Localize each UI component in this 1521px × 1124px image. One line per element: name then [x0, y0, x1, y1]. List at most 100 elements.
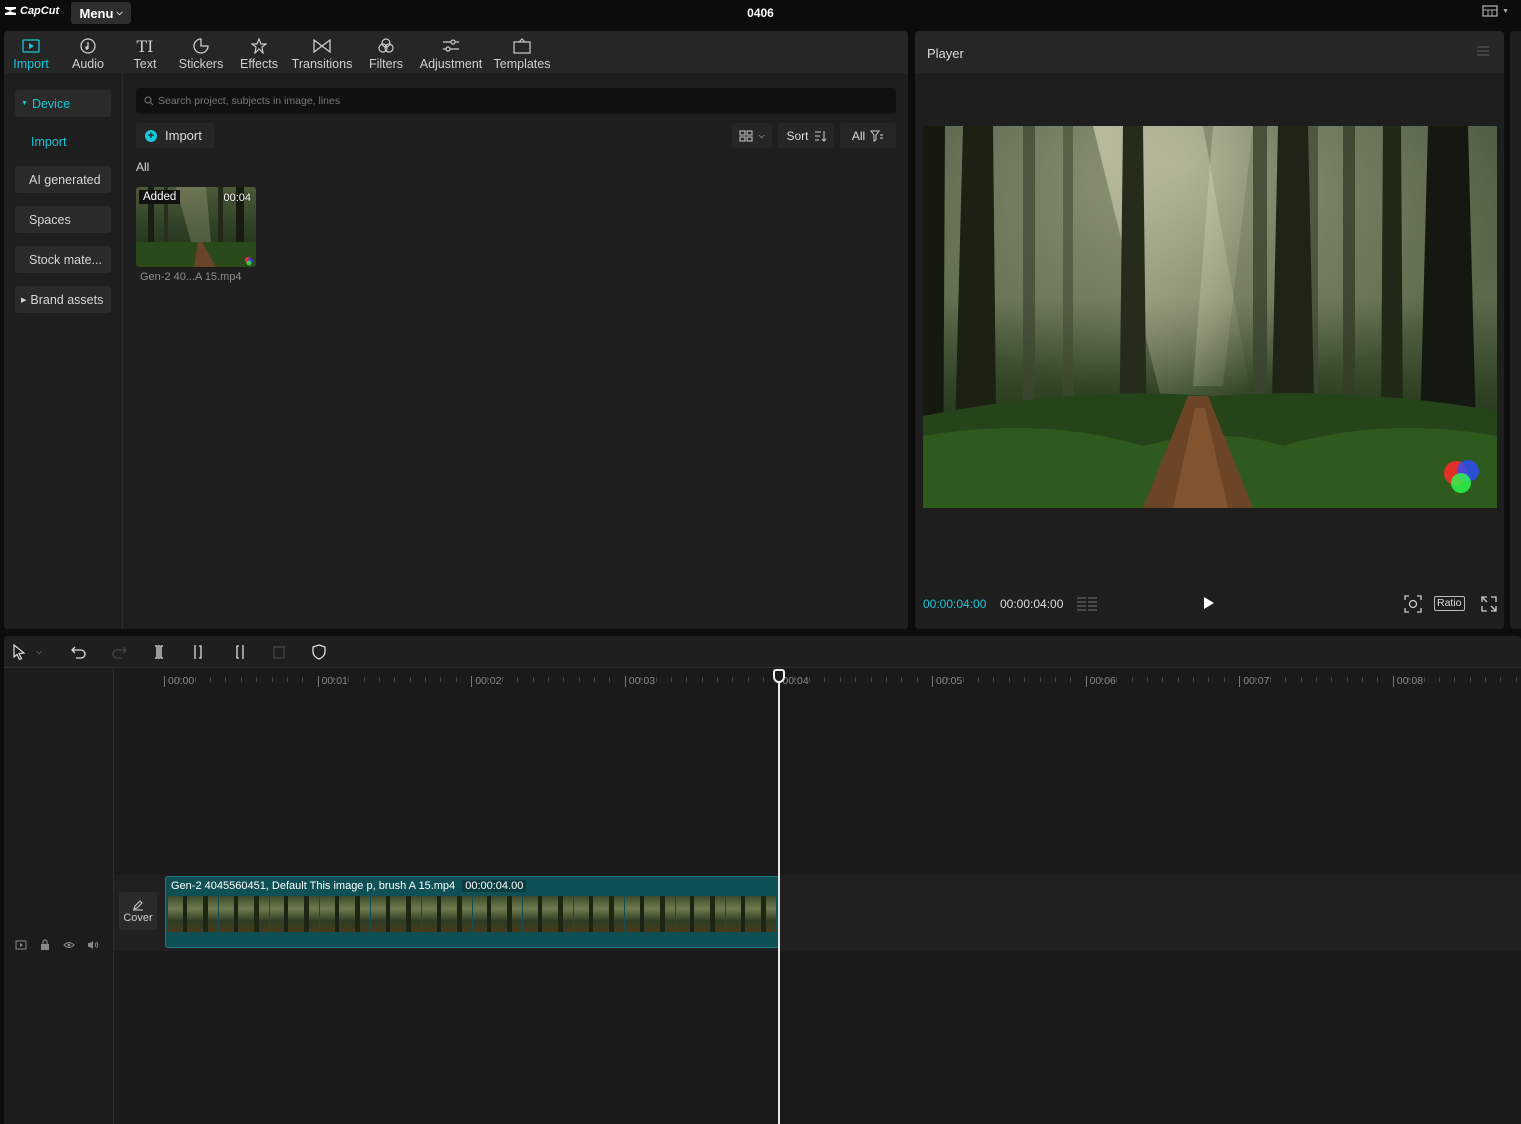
ruler-minor-tick — [1254, 677, 1256, 682]
chevron-down-icon: ⌵ — [116, 8, 123, 17]
ruler-minor-tick — [1377, 677, 1379, 682]
import-button[interactable]: + Import — [136, 123, 215, 148]
layout-button[interactable]: ▼ — [1482, 5, 1509, 17]
tab-import[interactable]: Import — [10, 31, 52, 73]
added-badge: Added — [139, 190, 181, 204]
sort-button[interactable]: Sort — [778, 123, 834, 148]
delete-icon[interactable] — [270, 643, 288, 661]
ratio-button[interactable]: Ratio — [1434, 596, 1465, 611]
side-nav: ▼ Device Import AI generated Spaces Stoc… — [4, 73, 123, 629]
marker-shield-icon[interactable] — [310, 643, 328, 661]
current-timecode: 00:00:04:00 — [923, 597, 987, 611]
ruler-minor-tick — [210, 677, 212, 682]
ruler-minor-tick — [517, 677, 519, 682]
filters-icon — [376, 36, 396, 56]
ruler-minor-tick — [394, 677, 396, 682]
forest-preview-image — [923, 126, 1497, 508]
tab-audio[interactable]: Audio — [68, 31, 108, 73]
chevron-down-icon[interactable]: ⌵ — [34, 643, 44, 661]
timeline-ruler[interactable]: 00:00 00:01 00:02 00:03 00:04 00:05 00:06 00:07… — [114, 668, 1521, 690]
tab-text[interactable]: TI Text — [128, 31, 162, 73]
ruler-minor-tick — [1515, 677, 1517, 682]
media-duration: 00:04 — [223, 192, 251, 204]
nav-import[interactable]: Import — [15, 128, 111, 155]
nav-spaces[interactable]: Spaces — [15, 206, 111, 233]
ruler-minor-tick — [486, 677, 488, 682]
timecode-grid-icon[interactable] — [1076, 596, 1098, 615]
title-bar: CapCut Menu ⌵ 0406 ▼ — [0, 0, 1521, 28]
cover-button[interactable]: Cover — [119, 892, 157, 930]
filmstrip-frame — [269, 896, 320, 932]
search-input[interactable]: Search project, subjects in image, lines — [136, 88, 896, 114]
play-button[interactable] — [1202, 596, 1216, 613]
select-tool-icon[interactable] — [10, 643, 28, 661]
ruler-minor-tick — [194, 677, 196, 682]
sort-icon — [814, 130, 826, 142]
nav-brand-assets[interactable]: ▶ Brand assets — [15, 286, 111, 313]
tab-effects[interactable]: Effects — [238, 31, 280, 73]
playhead[interactable] — [778, 672, 780, 1124]
nav-ai-generated[interactable]: AI generated — [15, 166, 111, 193]
nav-stock-material[interactable]: Stock mate... — [15, 246, 111, 273]
nav-device[interactable]: ▼ Device — [15, 90, 111, 117]
fullscreen-icon[interactable] — [1481, 596, 1497, 615]
chevron-down-icon: ⌵ — [758, 130, 765, 140]
view-mode-button[interactable]: ⌵ — [732, 123, 772, 148]
delete-right-icon[interactable] — [230, 643, 248, 661]
clip-duration: 00:00:04.00 — [462, 880, 527, 892]
redo-icon[interactable] — [110, 643, 128, 661]
menu-button[interactable]: Menu ⌵ — [71, 2, 131, 24]
tab-transitions[interactable]: Transitions — [290, 31, 354, 73]
ruler-minor-tick — [1484, 677, 1486, 682]
filmstrip-frame — [218, 896, 269, 932]
ruler-minor-tick — [655, 677, 657, 682]
clip-label: Gen-2 4045560451, Default This image p, … — [171, 880, 527, 892]
tab-adjustment[interactable]: Adjustment — [418, 31, 484, 73]
adjustment-icon — [441, 36, 461, 56]
tab-filters[interactable]: Filters — [366, 31, 406, 73]
templates-icon — [512, 36, 532, 56]
ruler-minor-tick — [409, 677, 411, 682]
filmstrip-frame — [574, 896, 624, 932]
tab-templates[interactable]: Templates — [492, 31, 552, 73]
ruler-minor-tick — [747, 677, 749, 682]
filter-button[interactable]: All — [840, 123, 896, 148]
lock-icon[interactable] — [38, 939, 52, 951]
ruler-minor-tick — [1408, 677, 1410, 682]
ruler-minor-tick — [379, 677, 381, 682]
speaker-icon[interactable] — [86, 939, 100, 951]
video-preview[interactable] — [923, 126, 1497, 508]
split-icon[interactable] — [150, 643, 168, 661]
ruler-minor-tick — [793, 677, 795, 682]
ruler-minor-tick — [1100, 677, 1102, 682]
hamburger-menu-icon[interactable] — [1476, 45, 1490, 60]
eye-icon[interactable] — [62, 939, 76, 951]
ruler-minor-tick — [1454, 677, 1456, 682]
ruler-minor-tick — [885, 677, 887, 682]
playhead-handle[interactable] — [773, 669, 785, 683]
video-clip[interactable]: Gen-2 4045560451, Default This image p, … — [165, 876, 779, 948]
sticker-icon — [191, 36, 211, 56]
ruler-minor-tick — [1208, 677, 1210, 682]
ruler-minor-tick — [686, 677, 688, 682]
filmstrip-frame — [472, 896, 523, 932]
text-icon: TI — [136, 36, 154, 56]
ruler-minor-tick — [1147, 677, 1149, 682]
ruler-minor-tick — [763, 677, 765, 682]
ruler-minor-tick — [839, 677, 841, 682]
media-item-thumbnail[interactable]: Added 00:04 — [136, 187, 256, 267]
video-track-icon[interactable] — [14, 939, 28, 951]
delete-left-icon[interactable] — [190, 643, 208, 661]
ruler-minor-tick — [1331, 677, 1333, 682]
ruler-minor-tick — [440, 677, 442, 682]
fit-screen-icon[interactable] — [1404, 595, 1422, 616]
ruler-minor-tick — [947, 677, 949, 682]
ruler-minor-tick — [640, 677, 642, 682]
ruler-minor-tick — [348, 677, 350, 682]
ruler-minor-tick — [716, 677, 718, 682]
ruler-minor-tick — [1362, 677, 1364, 682]
filmstrip-frame — [421, 896, 472, 932]
tab-stickers[interactable]: Stickers — [176, 31, 226, 73]
transitions-icon — [312, 36, 332, 56]
undo-icon[interactable] — [70, 643, 88, 661]
